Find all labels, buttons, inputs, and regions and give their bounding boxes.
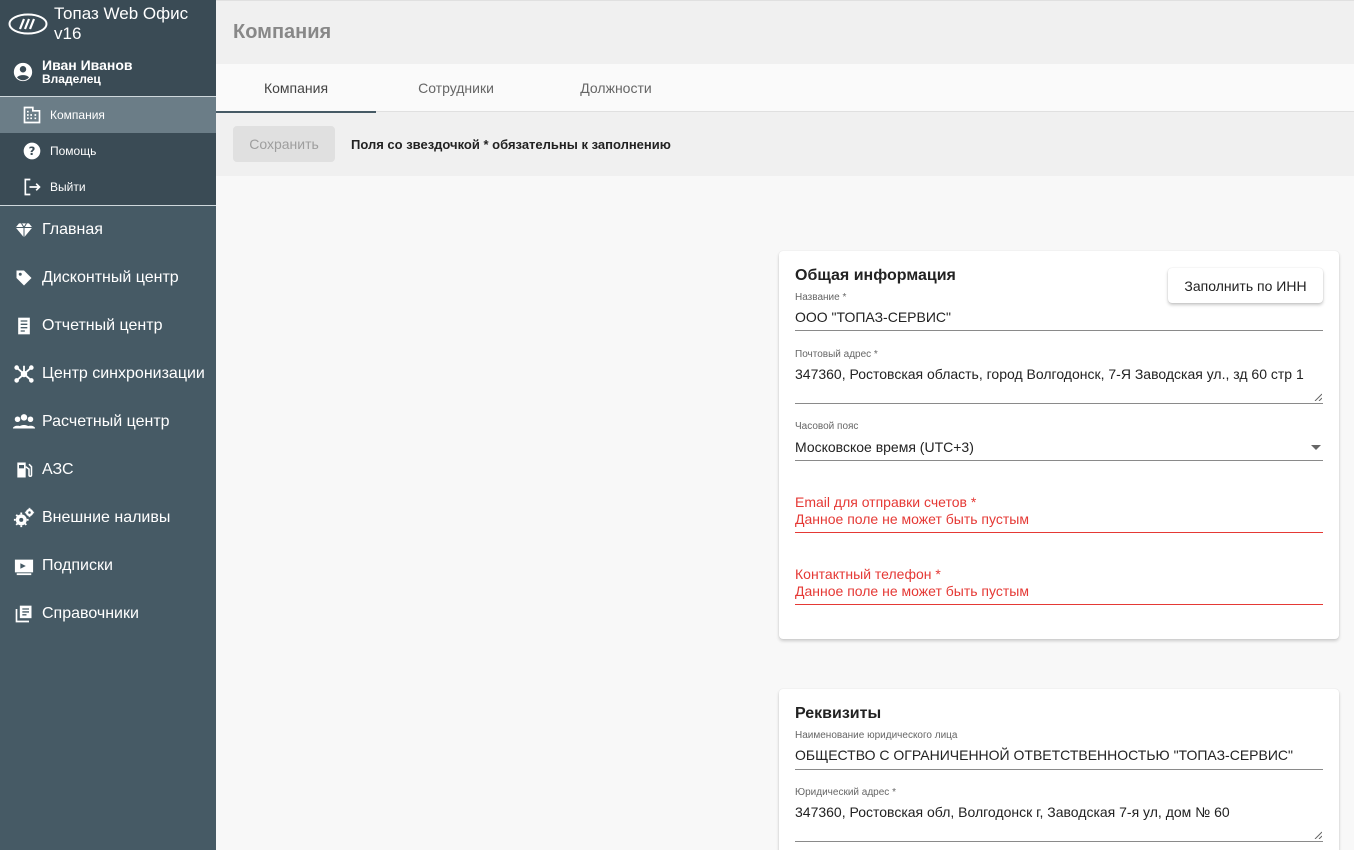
nav-item-sync-center[interactable]: Центр синхронизации: [0, 350, 216, 398]
general-info-title: Общая информация: [795, 267, 956, 284]
report-icon: [12, 314, 36, 338]
tab-positions[interactable]: Должности: [536, 64, 696, 112]
field-label: Наименование юридического лица: [795, 730, 958, 741]
nav-item-label: Справочники: [42, 605, 139, 622]
postal-address-field[interactable]: Почтовый адрес * 347360, Ростовская обла…: [795, 346, 1323, 404]
field-label: Часовой пояс: [795, 421, 859, 432]
nav-item-gas-station[interactable]: АЗС: [0, 446, 216, 494]
user-role: Владелец: [42, 72, 101, 86]
nav-item-label: Внешние наливы: [42, 509, 171, 526]
sync-hub-icon: [12, 362, 36, 386]
diamond-icon: [12, 218, 36, 242]
requisites-title: Реквизиты: [795, 705, 882, 722]
nav-item-discount-center[interactable]: Дисконтный центр: [0, 254, 216, 302]
legal-address-field[interactable]: Юридический адрес * 347360, Ростовская о…: [795, 784, 1323, 842]
people-icon: [12, 410, 36, 434]
requisites-card: Реквизиты Наименование юридического лица…: [779, 689, 1339, 850]
account-circle-icon: [12, 61, 34, 83]
toolbar: Сохранить Поля со звездочкой * обязатель…: [216, 112, 1354, 176]
main-content: Компания Компания Сотрудники Должности С…: [216, 0, 1354, 850]
sidebar: Топаз Web Офис v16 Иван Иванов Владелец …: [0, 0, 216, 850]
building-icon: [22, 105, 42, 125]
svg-text:?: ?: [29, 144, 36, 158]
logout-icon: [22, 177, 42, 197]
legal-name-field[interactable]: Наименование юридического лица ОБЩЕСТВО …: [795, 727, 1323, 770]
topaz-logo-icon: [8, 13, 48, 35]
nav-item-report-center[interactable]: Отчетный центр: [0, 302, 216, 350]
subscription-icon: [12, 554, 36, 578]
nav-item-label: Центр синхронизации: [42, 365, 205, 382]
legal-name-input[interactable]: ОБЩЕСТВО С ОГРАНИЧЕННОЙ ОТВЕТСТВЕННОСТЬЮ…: [795, 747, 1293, 763]
postal-address-textarea[interactable]: 347360, Ростовская область, город Волгод…: [795, 366, 1304, 382]
tag-icon: [12, 266, 36, 290]
user-profile[interactable]: Иван Иванов Владелец: [0, 48, 216, 96]
nav-item-label: АЗС: [42, 461, 74, 478]
nav-item-label: Дисконтный центр: [42, 269, 179, 286]
library-icon: [12, 602, 36, 626]
nav-item-label: Подписки: [42, 557, 113, 574]
company-name-input[interactable]: ООО "ТОПАЗ-СЕРВИС": [795, 309, 951, 325]
nav-item-label: Отчетный центр: [42, 317, 163, 334]
help-icon: ?: [22, 141, 42, 161]
nav-item-label: Расчетный центр: [42, 413, 170, 430]
main-nav: Главная Дисконтный центр Отчетный центр …: [0, 206, 216, 638]
user-name: Иван Иванов: [42, 57, 133, 73]
field-label: Контактный телефон *: [795, 566, 941, 582]
menu-item-label: Помощь: [50, 144, 97, 158]
required-fields-note: Поля со звездочкой * обязательны к запол…: [351, 136, 671, 152]
legal-address-textarea[interactable]: 347360, Ростовская обл, Волгодонск г, За…: [795, 804, 1230, 820]
field-label: Email для отправки счетов *: [795, 494, 977, 510]
menu-item-company[interactable]: Компания: [0, 97, 216, 133]
phone-error: Данное поле не может быть пустым: [795, 583, 1029, 599]
tab-company[interactable]: Компания: [216, 64, 376, 113]
general-info-card: Общая информация Заполнить по ИНН Назван…: [779, 251, 1339, 639]
page-title: Компания: [233, 21, 332, 43]
email-error: Данное поле не может быть пустым: [795, 511, 1029, 527]
fuel-icon: [12, 458, 36, 482]
page-header: Компания: [216, 0, 1354, 64]
brand[interactable]: Топаз Web Офис v16: [0, 0, 216, 48]
gears-icon: [12, 506, 36, 530]
nav-item-billing-center[interactable]: Расчетный центр: [0, 398, 216, 446]
resize-handle-icon[interactable]: [1314, 831, 1322, 839]
timezone-value: Московское время (UTC+3): [795, 439, 974, 455]
field-label: Юридический адрес *: [795, 787, 896, 798]
nav-item-home[interactable]: Главная: [0, 206, 216, 254]
nav-item-subscriptions[interactable]: Подписки: [0, 542, 216, 590]
tab-employees[interactable]: Сотрудники: [376, 64, 536, 112]
nav-item-external-fills[interactable]: Внешние наливы: [0, 494, 216, 542]
app-title: Топаз Web Офис v16: [54, 4, 189, 43]
chevron-down-icon: [1311, 445, 1321, 450]
nav-item-label: Главная: [42, 221, 103, 238]
nav-item-reference-books[interactable]: Справочники: [0, 590, 216, 638]
menu-item-label: Выйти: [50, 180, 86, 194]
save-button[interactable]: Сохранить: [233, 126, 335, 162]
field-label: Название *: [795, 292, 847, 303]
field-label: Почтовый адрес *: [795, 349, 878, 360]
menu-item-help[interactable]: ? Помощь: [0, 133, 216, 169]
resize-handle-icon[interactable]: [1314, 393, 1322, 401]
email-field[interactable]: Email для отправки счетов * Данное поле …: [795, 491, 1323, 533]
company-name-field[interactable]: Название * ООО "ТОПАЗ-СЕРВИС": [795, 289, 1323, 331]
account-menu: Компания ? Помощь Выйти: [0, 96, 216, 206]
phone-field[interactable]: Контактный телефон * Данное поле не може…: [795, 563, 1323, 605]
menu-item-logout[interactable]: Выйти: [0, 169, 216, 205]
menu-item-label: Компания: [50, 108, 105, 122]
timezone-select[interactable]: Часовой пояс Московское время (UTC+3): [795, 418, 1323, 461]
tabs: Компания Сотрудники Должности: [216, 64, 1354, 113]
